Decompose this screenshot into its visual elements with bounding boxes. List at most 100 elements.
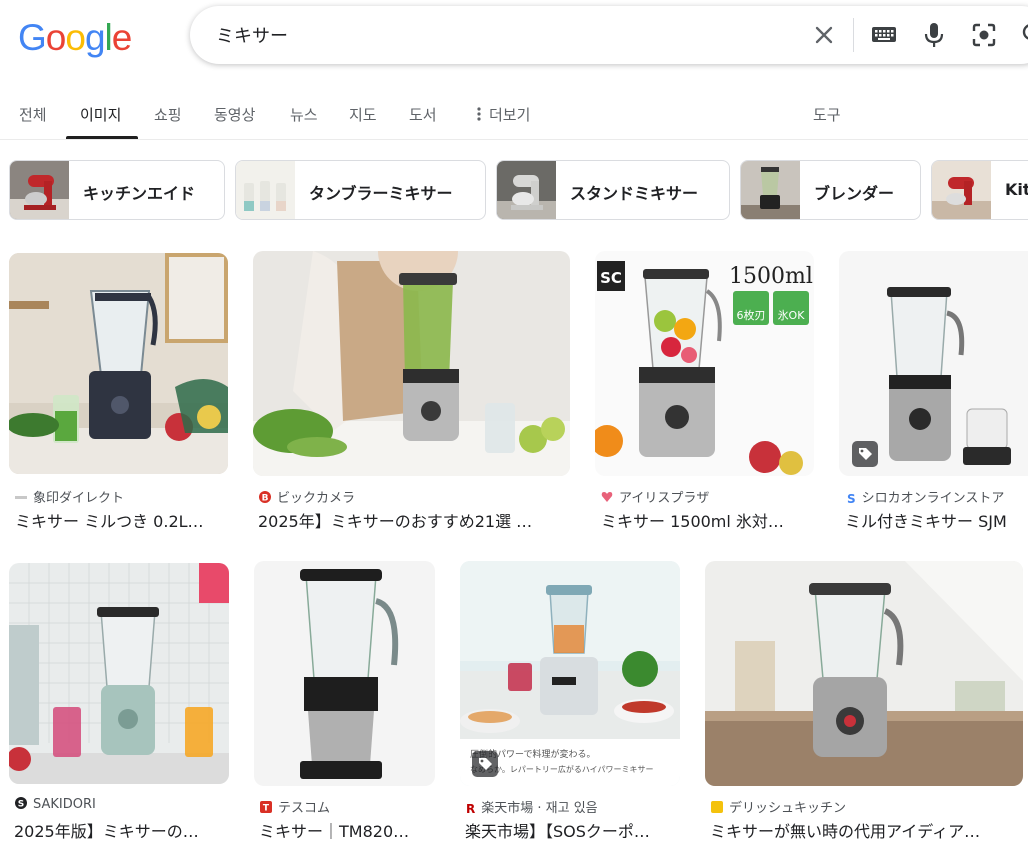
product-tag-icon [472,751,498,777]
result-image[interactable] [705,561,1023,786]
search-box[interactable]: ミキサー [190,6,1028,64]
camera-lens-icon[interactable] [970,21,998,49]
tab-images[interactable]: 이미지 [80,104,121,125]
result-source[interactable]: R 楽天市場 · 재고 있음 [466,797,598,816]
sakidori-favicon: S [15,797,27,809]
result-image[interactable]: 圧倒的パワーで料理が変わる。 なめらか。レパートリー広がるハイパワーミキサー [460,561,680,786]
active-tab-indicator [66,136,138,139]
chip-thumbnail [741,161,800,219]
logo-letter: o [45,17,67,58]
tab-more[interactable]: 더보기 [477,104,530,125]
image-result[interactable]: 圧倒的パワーで料理が変わる。 なめらか。レパートリー広がるハイパワーミキサー R… [460,561,680,841]
result-source[interactable]: B ビックカメラ [259,487,355,506]
irisplaza-favicon [601,492,613,502]
chip-stand-mixer[interactable]: スタンドミキサー [496,160,730,220]
chip-tumbler-mixer[interactable]: タンブラーミキサー [235,160,486,220]
source-name: シロカオンラインストア [861,491,1005,506]
chip-label: タンブラーミキサー [309,184,453,203]
image-result[interactable]: S SAKIDORI 2025年版】ミキサーの… [9,563,229,841]
search-input[interactable]: ミキサー [216,22,288,48]
source-name: アイリスプラザ [619,491,710,506]
delishkitchen-favicon [711,801,723,813]
google-logo[interactable]: Google [18,17,133,59]
siroca-favicon: S [847,492,856,506]
logo-letter: g [84,17,106,58]
tab-videos[interactable]: 동영상 [214,104,255,125]
image-result[interactable]: SC 1500ml 6枚刃 氷OK アイリスプラザ ミキサー 1500ml 氷対… [595,251,814,533]
chip-thumbnail [932,161,991,219]
result-title[interactable]: 楽天市場】【SOSクーポ… [465,818,677,841]
badge-blades: 6枚刃 [737,308,766,322]
image-result[interactable]: S シロカオンラインストア ミル付きミキサー SJM [839,251,1028,533]
image-result[interactable]: T テスコム ミキサー｜TM820… [254,561,435,841]
result-image[interactable] [253,251,570,476]
source-name: テスコム [278,801,331,816]
result-image[interactable] [254,561,435,786]
result-title[interactable]: ミキサーが無い時の代用アイディア… [710,818,1020,841]
image-result[interactable]: B ビックカメラ 2025年】ミキサーのおすすめ21選 … [253,251,570,533]
rakuten-favicon: R [466,802,476,816]
chip-thumbnail [497,161,556,219]
close-icon[interactable] [810,21,838,49]
source-favicon [15,496,27,499]
sc-logo: SC [600,269,622,287]
keyboard-icon[interactable] [870,22,898,48]
source-name: 象印ダイレクト [33,491,125,506]
search-icon[interactable] [1020,21,1028,49]
result-title[interactable]: ミキサー ミルつき 0.2L… [15,508,225,532]
chip-kitchen[interactable]: Kitc [931,160,1028,220]
logo-letter: e [111,17,133,58]
chip-label: スタンドミキサー [570,184,699,203]
microphone-icon[interactable] [922,21,946,49]
chip-kitchenaid[interactable]: キッチンエイド [9,160,225,220]
image-result[interactable]: デリッシュキッチン ミキサーが無い時の代用アイディア… [705,561,1023,841]
result-source[interactable]: S SAKIDORI [15,797,96,812]
tab-all[interactable]: 전체 [19,104,47,125]
chip-thumbnail [236,161,295,219]
result-source[interactable]: アイリスプラザ [601,487,709,506]
result-title[interactable]: ミキサー｜TM820… [259,818,431,841]
result-image[interactable] [9,563,229,784]
chip-thumbnail [10,161,69,219]
result-source[interactable]: S シロカオンラインストア [847,487,1004,506]
search-tabs: 전체 이미지 쇼핑 동영상 뉴스 지도 도서 더보기 도구 [0,92,1028,140]
tab-news[interactable]: 뉴스 [290,104,318,125]
more-vert-icon [477,107,481,121]
chip-blender[interactable]: ブレンダー [740,160,921,220]
result-title[interactable]: ミル付きミキサー SJM [845,508,1028,532]
tab-books[interactable]: 도서 [409,104,437,125]
chip-label: キッチンエイド [83,184,196,203]
source-name: SAKIDORI [33,797,96,812]
tab-shopping[interactable]: 쇼핑 [154,104,182,125]
result-image[interactable] [839,251,1028,476]
result-source[interactable]: デリッシュキッチン [711,797,846,816]
search-divider [853,18,854,52]
tab-more-label: 더보기 [489,106,531,124]
result-source[interactable]: 象印ダイレクト [15,487,124,506]
result-title[interactable]: 2025年】ミキサーのおすすめ21選 … [258,508,563,532]
result-image[interactable]: SC 1500ml 6枚刃 氷OK [595,251,814,476]
source-name: ビックカメラ [277,491,356,506]
biccamera-favicon: B [259,491,271,503]
image-result[interactable]: 象印ダイレクト ミキサー ミルつき 0.2L… [9,253,228,533]
source-name: デリッシュキッチン [729,801,847,816]
product-tag-icon [852,441,878,467]
source-name: 楽天市場 · 재고 있음 [481,801,598,816]
result-title[interactable]: ミキサー 1500ml 氷対… [601,508,811,532]
tab-maps[interactable]: 지도 [349,104,377,125]
capacity-label: 1500ml [729,264,813,289]
result-image[interactable] [9,253,228,474]
logo-letter: G [18,17,47,58]
svg-text:B: B [262,494,269,504]
result-title[interactable]: 2025年版】ミキサーの… [14,818,226,841]
tab-tools[interactable]: 도구 [813,104,841,125]
badge-ice: 氷OK [778,309,806,322]
logo-letter: o [65,17,86,58]
chip-label: ブレンダー [814,184,895,203]
logo-letter: l [104,17,113,58]
svg-text:S: S [18,800,24,810]
tescom-favicon: T [260,801,272,813]
chip-label: Kitc [1005,180,1028,199]
result-source[interactable]: T テスコム [260,797,330,816]
svg-text:T: T [263,804,270,814]
